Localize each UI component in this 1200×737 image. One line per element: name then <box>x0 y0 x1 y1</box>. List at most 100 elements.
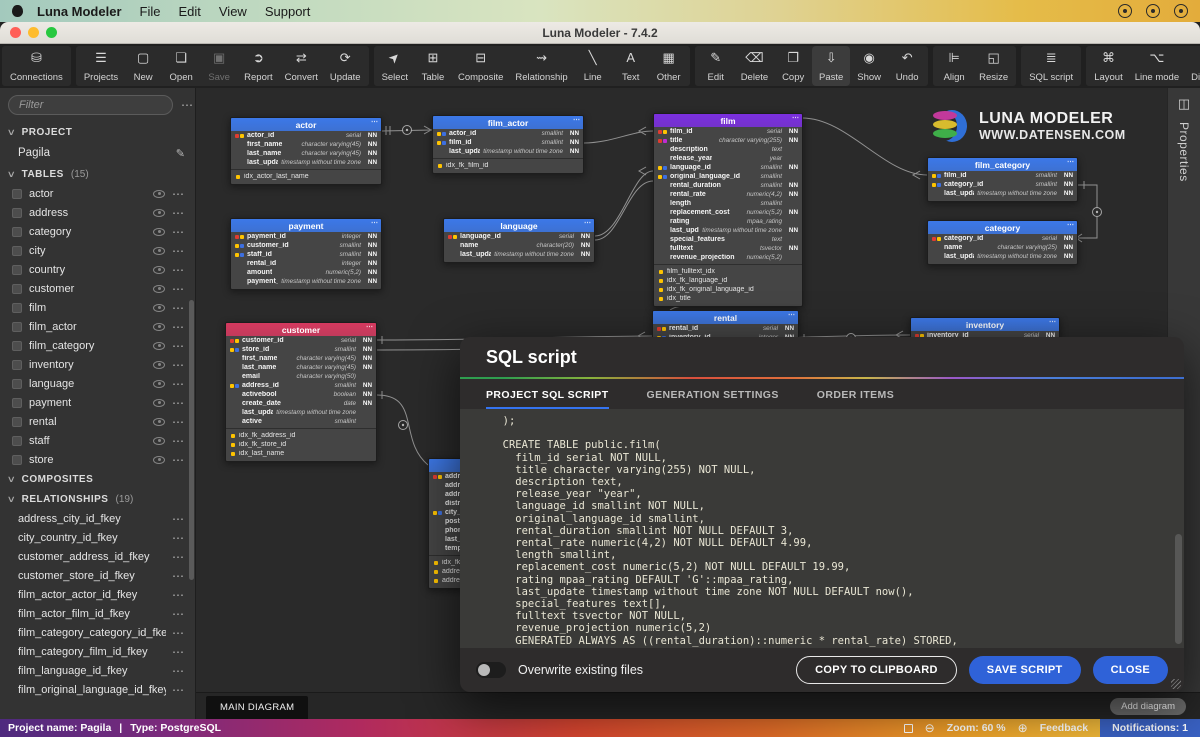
column-row[interactable]: last_updatetimestamp without time zoneNN <box>231 158 381 167</box>
item-menu-icon[interactable]: ⋯ <box>172 531 185 545</box>
item-menu-icon[interactable]: ⋯ <box>172 607 185 621</box>
paste-button[interactable]: ⇩Paste <box>812 46 850 86</box>
visibility-eye-icon[interactable] <box>153 304 165 312</box>
column-row[interactable]: film_idserialNN <box>654 127 802 136</box>
save-script-button[interactable]: SAVE SCRIPT <box>969 656 1081 684</box>
sidebar-item-payment[interactable]: payment⋯ <box>0 393 195 412</box>
column-row[interactable]: last_updatetimestamp without time zoneNN <box>928 252 1077 261</box>
filter-more-icon[interactable]: ⋯ <box>181 98 194 112</box>
composite-button[interactable]: ⊟Composite <box>452 46 509 86</box>
item-menu-icon[interactable]: ⋯ <box>172 358 185 372</box>
item-menu-icon[interactable]: ⋯ <box>172 320 185 334</box>
index-row[interactable]: idx_title <box>654 294 802 303</box>
new-button[interactable]: ▢New <box>124 46 162 86</box>
undo-button[interactable]: ↶Undo <box>888 46 926 86</box>
column-row[interactable]: last_updatetimestamp without time zone <box>226 408 376 417</box>
fingerprint-icon[interactable] <box>1118 4 1132 18</box>
visibility-eye-icon[interactable] <box>153 456 165 464</box>
update-button[interactable]: ⟳Update <box>324 46 367 86</box>
menu-item-support[interactable]: Support <box>265 4 311 19</box>
table-menu-icon[interactable]: ⋯ <box>788 311 795 319</box>
copy-to-clipboard-button[interactable]: COPY TO CLIPBOARD <box>796 656 957 684</box>
column-row[interactable]: first_namecharacter varying(45)NN <box>226 354 376 363</box>
connections-button[interactable]: ⛁Connections <box>4 46 69 86</box>
index-row[interactable]: idx_fk_film_id <box>433 161 583 170</box>
diagram-table-film_actor[interactable]: film_actor⋯actor_idsmallintNNfilm_idsmal… <box>432 115 584 174</box>
item-menu-icon[interactable]: ⋯ <box>172 415 185 429</box>
sidebar-item-category[interactable]: category⋯ <box>0 222 195 241</box>
visibility-eye-icon[interactable] <box>153 342 165 350</box>
item-menu-icon[interactable]: ⋯ <box>172 453 185 467</box>
sidebar-item-film_actor_film_id_fkey[interactable]: film_actor_film_id_fkey⋯ <box>0 604 195 623</box>
item-menu-icon[interactable]: ⋯ <box>172 282 185 296</box>
display-button[interactable]: ⊡Display <box>1185 46 1200 86</box>
column-row[interactable]: first_namecharacter varying(45)NN <box>231 140 381 149</box>
sidebar-scrollbar[interactable] <box>189 300 194 580</box>
item-menu-icon[interactable]: ⋯ <box>172 301 185 315</box>
sql-script-button[interactable]: ≣SQL script <box>1023 46 1079 86</box>
report-button[interactable]: ➲Report <box>238 46 279 86</box>
sidebar-item-film_category[interactable]: film_category⋯ <box>0 336 195 355</box>
menu-item-edit[interactable]: Edit <box>178 4 200 19</box>
sidebar-item-customer_store_id_fkey[interactable]: customer_store_id_fkey⋯ <box>0 566 195 585</box>
visibility-eye-icon[interactable] <box>153 247 165 255</box>
properties-tab-label[interactable]: Properties <box>1177 122 1191 182</box>
column-row[interactable]: language_idserialNN <box>444 232 594 241</box>
item-menu-icon[interactable]: ⋯ <box>172 377 185 391</box>
index-row[interactable]: idx_fk_language_id <box>654 276 802 285</box>
column-row[interactable]: lengthsmallint <box>654 199 802 208</box>
visibility-eye-icon[interactable] <box>153 209 165 217</box>
column-row[interactable]: descriptiontext <box>654 145 802 154</box>
diagram-table-film[interactable]: film⋯film_idserialNNtitlecharacter varyi… <box>653 113 803 307</box>
item-menu-icon[interactable]: ⋯ <box>172 434 185 448</box>
table-header[interactable]: inventory⋯ <box>911 318 1059 331</box>
sidebar-item-inventory[interactable]: inventory⋯ <box>0 355 195 374</box>
other-button[interactable]: ▦Other <box>650 46 688 86</box>
copy-button[interactable]: ❐Copy <box>774 46 812 86</box>
diagram-table-customer[interactable]: customer⋯customer_idserialNNstore_idsmal… <box>225 322 377 462</box>
zoom-out-icon[interactable]: ⊖ <box>925 721 935 735</box>
column-row[interactable]: rental_durationsmallintNN <box>654 181 802 190</box>
item-menu-icon[interactable]: ⋯ <box>172 569 185 583</box>
visibility-eye-icon[interactable] <box>153 418 165 426</box>
visibility-eye-icon[interactable] <box>153 323 165 331</box>
item-menu-icon[interactable]: ⋯ <box>172 225 185 239</box>
sidebar-item-film[interactable]: film⋯ <box>0 298 195 317</box>
column-row[interactable]: payment_datetimestamp without time zoneN… <box>231 277 381 286</box>
item-menu-icon[interactable]: ⋯ <box>172 664 185 678</box>
sidebar-item-city[interactable]: city⋯ <box>0 241 195 260</box>
overwrite-toggle[interactable] <box>476 662 506 678</box>
table-header[interactable]: customer⋯ <box>226 323 376 336</box>
item-menu-icon[interactable]: ⋯ <box>172 588 185 602</box>
table-menu-icon[interactable]: ⋯ <box>366 323 373 331</box>
column-row[interactable]: rental_idserialNN <box>653 324 798 333</box>
column-row[interactable]: amountnumeric(5,2)NN <box>231 268 381 277</box>
index-row[interactable]: idx_fk_original_language_id <box>654 285 802 294</box>
index-row[interactable]: film_fulltext_idx <box>654 267 802 276</box>
column-row[interactable]: last_updatetimestamp without time zoneNN <box>433 147 583 156</box>
convert-button[interactable]: ⇄Convert <box>279 46 324 86</box>
feedback-link[interactable]: Feedback <box>1040 722 1088 734</box>
section-relationships[interactable]: ∨ RELATIONSHIPS (19) <box>0 489 195 509</box>
align-button[interactable]: ⊫Align <box>935 46 973 86</box>
sidebar-item-film_category_film_id_fkey[interactable]: film_category_film_id_fkey⋯ <box>0 642 195 661</box>
diagram-table-payment[interactable]: payment⋯payment_idintegerNNcustomer_idsm… <box>230 218 382 290</box>
sidebar-item-customer_address_id_fkey[interactable]: customer_address_id_fkey⋯ <box>0 547 195 566</box>
column-row[interactable]: original_language_idsmallint <box>654 172 802 181</box>
resize-button[interactable]: ◱Resize <box>973 46 1014 86</box>
column-row[interactable]: actor_idsmallintNN <box>433 129 583 138</box>
sidebar-item-film_category_category_id_fkey[interactable]: film_category_category_id_fkey⋯ <box>0 623 195 642</box>
table-menu-icon[interactable]: ⋯ <box>371 219 378 227</box>
table-menu-icon[interactable]: ⋯ <box>1049 318 1056 326</box>
visibility-eye-icon[interactable] <box>153 266 165 274</box>
table-menu-icon[interactable]: ⋯ <box>792 114 799 122</box>
table-header[interactable]: payment⋯ <box>231 219 381 232</box>
visibility-eye-icon[interactable] <box>153 190 165 198</box>
index-row[interactable]: idx_actor_last_name <box>231 172 381 181</box>
index-row[interactable]: idx_fk_store_id <box>226 440 376 449</box>
diagram-table-film_category[interactable]: film_category⋯film_idsmallintNNcategory_… <box>927 157 1078 202</box>
sidebar-item-address[interactable]: address⋯ <box>0 203 195 222</box>
item-menu-icon[interactable]: ⋯ <box>172 626 185 640</box>
delete-button[interactable]: ⌫Delete <box>735 46 774 86</box>
project-item-pagila[interactable]: Pagila ✎ <box>0 142 195 164</box>
